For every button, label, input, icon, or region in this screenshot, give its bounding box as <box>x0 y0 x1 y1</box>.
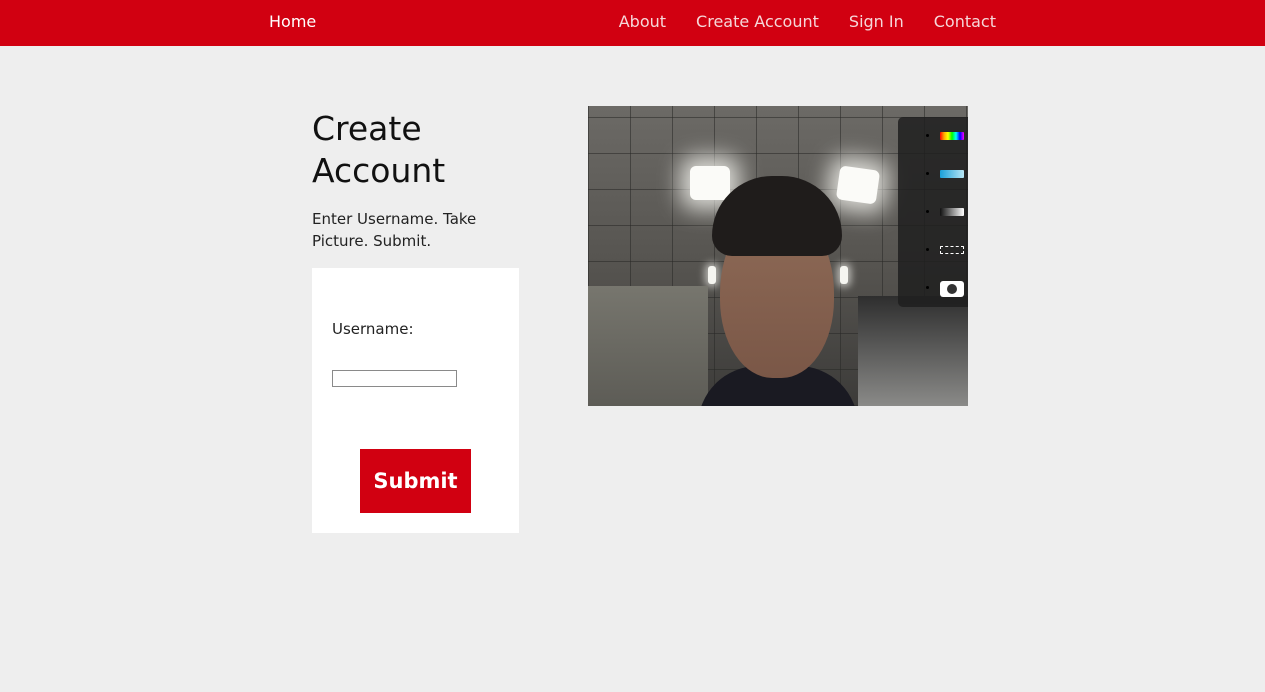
subject-hair <box>712 176 842 256</box>
camera-toolbar <box>898 117 968 307</box>
nav-links: About Create Account Sign In Contact <box>619 12 996 31</box>
camera-preview <box>588 106 968 406</box>
navbar: Home About Create Account Sign In Contac… <box>0 0 1265 46</box>
toolbar-bullet <box>926 210 929 213</box>
toolbar-bullet <box>926 286 929 289</box>
page-title: Create Account <box>312 109 446 190</box>
grayscale-filter-icon[interactable] <box>940 208 964 216</box>
username-input[interactable] <box>332 370 457 387</box>
submit-button[interactable]: Submit <box>360 449 471 513</box>
toolbar-bullet <box>926 172 929 175</box>
toolbar-bullet <box>926 248 929 251</box>
camera-wall <box>588 286 708 406</box>
create-account-form: Username: Submit <box>312 268 519 533</box>
nav-link-contact[interactable]: Contact <box>934 12 996 31</box>
cyan-filter-icon[interactable] <box>940 170 964 178</box>
nav-home-link[interactable]: Home <box>269 12 316 31</box>
nav-link-about[interactable]: About <box>619 12 666 31</box>
camera-icon[interactable] <box>940 281 964 297</box>
nav-link-sign-in[interactable]: Sign In <box>849 12 904 31</box>
camera-subject <box>698 176 858 406</box>
camera-wall <box>858 296 968 406</box>
rainbow-filter-icon[interactable] <box>940 132 964 140</box>
frame-icon[interactable] <box>940 246 964 254</box>
instructions-text: Enter Username. Take Picture. Submit. <box>312 210 477 250</box>
nav-link-create-account[interactable]: Create Account <box>696 12 819 31</box>
toolbar-bullet <box>926 134 929 137</box>
username-label: Username: <box>332 320 414 338</box>
